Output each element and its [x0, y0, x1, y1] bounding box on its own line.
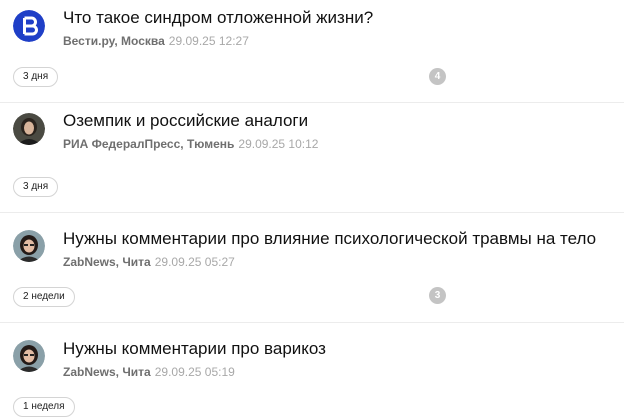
feed-item-title[interactable]: Оземпик и российские аналоги [63, 110, 308, 132]
feed-item[interactable]: Нужны комментарии про влияние психологич… [0, 213, 624, 323]
vesti-logo-icon [13, 10, 45, 42]
feed-item-source: Вести.ру, Москва [63, 34, 165, 48]
feed-item-meta: Вести.ру, Москва 29.09.25 12:27 [63, 33, 249, 49]
feed-item-meta: РИА ФедералПресс, Тюмень 29.09.25 10:12 [63, 136, 318, 152]
feed-item[interactable]: Нужны комментарии про варикоз ZabNews, Ч… [0, 323, 624, 420]
age-badge: 3 дня [13, 177, 59, 197]
feed-item-source: ZabNews, Чита [63, 255, 151, 269]
feed-item-meta: ZabNews, Чита 29.09.25 05:19 [63, 364, 235, 380]
feed-item-title[interactable]: Что такое синдром отложенной жизни? [63, 7, 373, 29]
user-photo-avatar [13, 113, 45, 145]
feed-item-source: РИА ФедералПресс, Тюмень [63, 137, 235, 151]
feed-item-title[interactable]: Нужны комментарии про влияние психологич… [63, 228, 596, 250]
age-badge: 1 неделя [13, 397, 75, 417]
comment-count-badge[interactable]: 3 [429, 287, 446, 304]
request-feed: Что такое синдром отложенной жизни? Вест… [0, 0, 624, 420]
feed-item[interactable]: Оземпик и российские аналоги РИА Федерал… [0, 103, 624, 213]
feed-item-source: ZabNews, Чита [63, 365, 151, 379]
user-photo-avatar [13, 230, 45, 262]
comment-count-badge[interactable]: 4 [429, 68, 446, 85]
age-badge: 2 недели [13, 287, 75, 307]
feed-item-title[interactable]: Нужны комментарии про варикоз [63, 338, 326, 360]
feed-item[interactable]: Что такое синдром отложенной жизни? Вест… [0, 0, 624, 103]
feed-item-time: 29.09.25 05:27 [154, 255, 235, 269]
feed-item-time: 29.09.25 12:27 [168, 34, 249, 48]
user-photo-avatar [13, 340, 45, 372]
age-badge: 3 дня [13, 67, 59, 87]
feed-item-time: 29.09.25 10:12 [238, 137, 319, 151]
feed-item-meta: ZabNews, Чита 29.09.25 05:27 [63, 254, 235, 270]
feed-item-time: 29.09.25 05:19 [154, 365, 235, 379]
